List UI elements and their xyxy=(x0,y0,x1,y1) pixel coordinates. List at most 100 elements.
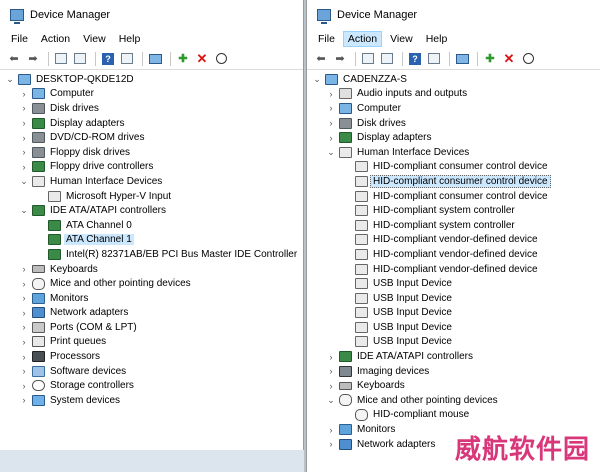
expand-chevron-icon[interactable]: › xyxy=(18,293,30,303)
tree-device[interactable]: ATA Channel 1 xyxy=(0,233,303,248)
expand-chevron-icon[interactable]: › xyxy=(18,162,30,172)
expand-chevron-icon[interactable]: › xyxy=(325,425,337,435)
tree-category[interactable]: › Audio inputs and outputs xyxy=(307,87,600,102)
tree-category[interactable]: › Keyboards xyxy=(0,262,303,277)
tree-device[interactable]: HID-compliant consumer control device xyxy=(307,174,600,189)
expand-chevron-icon[interactable]: › xyxy=(18,147,30,157)
expand-chevron-icon[interactable]: › xyxy=(18,308,30,318)
tree-category[interactable]: ⌄ IDE ATA/ATAPI controllers xyxy=(0,203,303,218)
expand-chevron-icon[interactable]: › xyxy=(18,366,30,376)
menu-help[interactable]: Help xyxy=(114,31,146,47)
tree-category[interactable]: › Storage controllers xyxy=(0,378,303,393)
expand-chevron-icon[interactable]: › xyxy=(325,118,337,128)
scan-hardware-changes-icon[interactable] xyxy=(454,51,470,67)
tree-device[interactable]: HID-compliant consumer control device xyxy=(307,189,600,204)
tree-device[interactable]: USB Input Device xyxy=(307,320,600,335)
back-arrow-icon[interactable]: ⬅ xyxy=(313,51,329,67)
action-pane-icon[interactable] xyxy=(119,51,135,67)
expand-chevron-icon[interactable]: › xyxy=(325,103,337,113)
scan-hardware-changes-icon[interactable] xyxy=(147,51,163,67)
expand-chevron-icon[interactable]: › xyxy=(18,264,30,274)
tree-device[interactable]: Intel(R) 82371AB/EB PCI Bus Master IDE C… xyxy=(0,247,303,262)
expand-chevron-icon[interactable]: › xyxy=(325,352,337,362)
tree-device[interactable]: USB Input Device xyxy=(307,291,600,306)
expand-chevron-icon[interactable]: › xyxy=(325,439,337,449)
help-icon[interactable]: ? xyxy=(407,51,423,67)
tree-category[interactable]: › Ports (COM & LPT) xyxy=(0,320,303,335)
expand-chevron-icon[interactable]: › xyxy=(18,103,30,113)
forward-arrow-icon[interactable]: ➡ xyxy=(332,51,348,67)
expand-chevron-icon[interactable]: › xyxy=(18,89,30,99)
disable-device-icon[interactable] xyxy=(213,51,229,67)
properties-icon[interactable] xyxy=(379,51,395,67)
menu-file[interactable]: File xyxy=(313,31,340,47)
tree-category[interactable]: › Computer xyxy=(0,87,303,102)
menu-view[interactable]: View xyxy=(78,31,111,47)
tree-category[interactable]: › Print queues xyxy=(0,335,303,350)
collapse-chevron-icon[interactable]: ⌄ xyxy=(4,74,16,85)
tree-category[interactable]: › Display adapters xyxy=(0,116,303,131)
tree-category[interactable]: › Floppy disk drives xyxy=(0,145,303,160)
update-driver-icon[interactable]: ✚ xyxy=(482,51,498,67)
menu-help[interactable]: Help xyxy=(421,31,453,47)
tree-device[interactable]: ATA Channel 0 xyxy=(0,218,303,233)
tree-root[interactable]: ⌄ CADENZZA-S xyxy=(307,72,600,87)
tree-device[interactable]: USB Input Device xyxy=(307,276,600,291)
tree-category[interactable]: › Computer xyxy=(307,101,600,116)
tree-category[interactable]: › Disk drives xyxy=(0,101,303,116)
forward-arrow-icon[interactable]: ➡ xyxy=(25,51,41,67)
tree-category[interactable]: › Floppy drive controllers xyxy=(0,160,303,175)
tree-category[interactable]: › Disk drives xyxy=(307,116,600,131)
help-icon[interactable]: ? xyxy=(100,51,116,67)
menu-view[interactable]: View xyxy=(385,31,418,47)
expand-chevron-icon[interactable]: › xyxy=(18,133,30,143)
tree-category[interactable]: › Mice and other pointing devices xyxy=(0,276,303,291)
tree-device[interactable]: USB Input Device xyxy=(307,306,600,321)
expand-chevron-icon[interactable]: › xyxy=(18,352,30,362)
expand-chevron-icon[interactable]: › xyxy=(18,279,30,289)
expand-chevron-icon[interactable]: › xyxy=(18,395,30,405)
expand-chevron-icon[interactable]: › xyxy=(325,133,337,143)
title-bar[interactable]: Device Manager xyxy=(0,0,303,30)
tree-device[interactable]: Microsoft Hyper-V Input xyxy=(0,189,303,204)
tree-category[interactable]: › Imaging devices xyxy=(307,364,600,379)
collapse-chevron-icon[interactable]: ⌄ xyxy=(311,74,323,85)
title-bar[interactable]: Device Manager xyxy=(307,0,600,30)
tree-device[interactable]: HID-compliant consumer control device xyxy=(307,160,600,175)
tree-device[interactable]: HID-compliant system controller xyxy=(307,218,600,233)
tree-category[interactable]: › Software devices xyxy=(0,364,303,379)
expand-chevron-icon[interactable]: › xyxy=(18,381,30,391)
properties-icon[interactable] xyxy=(72,51,88,67)
expand-chevron-icon[interactable]: › xyxy=(325,381,337,391)
collapse-chevron-icon[interactable]: ⌄ xyxy=(325,147,337,158)
tree-category[interactable]: › Keyboards xyxy=(307,378,600,393)
update-driver-icon[interactable]: ✚ xyxy=(175,51,191,67)
tree-device[interactable]: HID-compliant system controller xyxy=(307,203,600,218)
tree-category[interactable]: › IDE ATA/ATAPI controllers xyxy=(307,349,600,364)
tree-device[interactable]: HID-compliant vendor-defined device xyxy=(307,233,600,248)
tree-category[interactable]: › Processors xyxy=(0,349,303,364)
uninstall-device-icon[interactable]: ✕ xyxy=(501,51,517,67)
disable-device-icon[interactable] xyxy=(520,51,536,67)
collapse-chevron-icon[interactable]: ⌄ xyxy=(325,395,337,406)
expand-chevron-icon[interactable]: › xyxy=(18,118,30,128)
action-pane-icon[interactable] xyxy=(426,51,442,67)
tree-device[interactable]: HID-compliant vendor-defined device xyxy=(307,247,600,262)
collapse-chevron-icon[interactable]: ⌄ xyxy=(18,176,30,187)
tree-category[interactable]: › Monitors xyxy=(0,291,303,306)
tree-category[interactable]: ⌄ Mice and other pointing devices xyxy=(307,393,600,408)
tree-category[interactable]: › Network adapters xyxy=(0,306,303,321)
uninstall-device-icon[interactable]: ✕ xyxy=(194,51,210,67)
tree-root[interactable]: ⌄ DESKTOP-QKDE12D xyxy=(0,72,303,87)
tree-device[interactable]: HID-compliant vendor-defined device xyxy=(307,262,600,277)
expand-chevron-icon[interactable]: › xyxy=(325,366,337,376)
expand-chevron-icon[interactable]: › xyxy=(18,337,30,347)
tree-category[interactable]: ⌄ Human Interface Devices xyxy=(307,145,600,160)
collapse-chevron-icon[interactable]: ⌄ xyxy=(18,205,30,216)
menu-file[interactable]: File xyxy=(6,31,33,47)
tree-device[interactable]: USB Input Device xyxy=(307,335,600,350)
tree-device[interactable]: HID-compliant mouse xyxy=(307,408,600,423)
tree-category[interactable]: › System devices xyxy=(0,393,303,408)
tree-category[interactable]: › DVD/CD-ROM drives xyxy=(0,130,303,145)
menu-action[interactable]: Action xyxy=(36,31,75,47)
